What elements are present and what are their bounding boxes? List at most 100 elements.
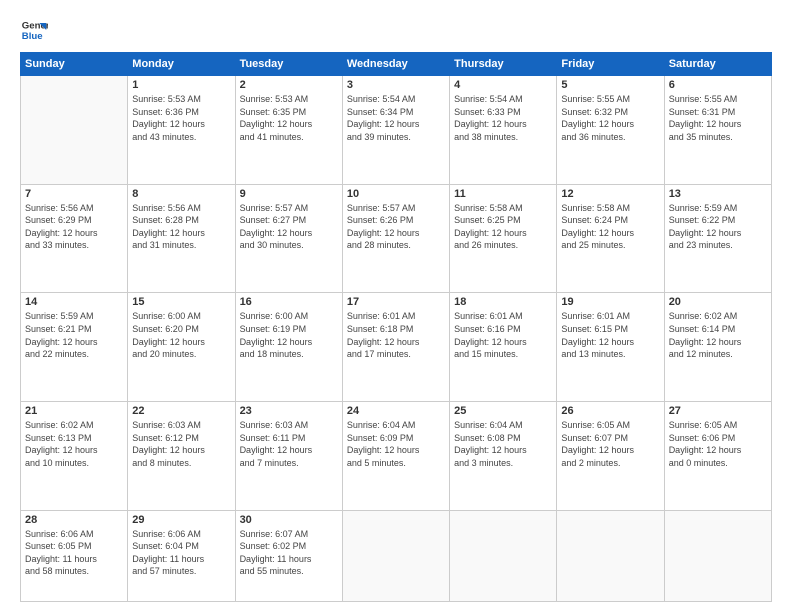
day-info: Sunrise: 5:57 AM Sunset: 6:27 PM Dayligh… <box>240 202 338 252</box>
day-number: 7 <box>25 188 123 200</box>
day-info: Sunrise: 6:04 AM Sunset: 6:09 PM Dayligh… <box>347 419 445 469</box>
calendar-row-4: 21 Sunrise: 6:02 AM Sunset: 6:13 PM Dayli… <box>21 401 772 510</box>
weekday-header-row: SundayMondayTuesdayWednesdayThursdayFrid… <box>21 53 772 76</box>
day-info: Sunrise: 5:56 AM Sunset: 6:29 PM Dayligh… <box>25 202 123 252</box>
day-number: 24 <box>347 405 445 417</box>
day-number: 30 <box>240 514 338 526</box>
day-number: 4 <box>454 79 552 91</box>
calendar-cell: 10Sunrise: 5:57 AM Sunset: 6:26 PM Dayli… <box>342 184 449 293</box>
calendar-cell: 29Sunrise: 6:06 AM Sunset: 6:04 PM Dayli… <box>128 510 235 601</box>
calendar-cell: 20 Sunrise: 6:02 AM Sunset: 6:14 PM Dayli… <box>664 293 771 402</box>
day-info: Sunrise: 5:54 AM Sunset: 6:33 PM Dayligh… <box>454 93 552 143</box>
calendar-cell: 8Sunrise: 5:56 AM Sunset: 6:28 PM Daylig… <box>128 184 235 293</box>
day-info: Sunrise: 5:56 AM Sunset: 6:28 PM Dayligh… <box>132 202 230 252</box>
day-info: Sunrise: 5:58 AM Sunset: 6:25 PM Dayligh… <box>454 202 552 252</box>
calendar-cell: 27Sunrise: 6:05 AM Sunset: 6:06 PM Dayli… <box>664 401 771 510</box>
day-number: 1 <box>132 79 230 91</box>
day-number: 29 <box>132 514 230 526</box>
day-info: Sunrise: 5:59 AM Sunset: 6:21 PM Dayligh… <box>25 310 123 360</box>
day-info: Sunrise: 5:55 AM Sunset: 6:32 PM Dayligh… <box>561 93 659 143</box>
weekday-header-wednesday: Wednesday <box>342 53 449 76</box>
calendar-cell: 5 Sunrise: 5:55 AM Sunset: 6:32 PM Daylig… <box>557 76 664 185</box>
day-number: 25 <box>454 405 552 417</box>
day-number: 19 <box>561 296 659 308</box>
page: General Blue SundayMondayTuesdayWednesda… <box>0 0 792 612</box>
day-info: Sunrise: 5:58 AM Sunset: 6:24 PM Dayligh… <box>561 202 659 252</box>
day-number: 26 <box>561 405 659 417</box>
calendar-cell: 7 Sunrise: 5:56 AM Sunset: 6:29 PM Daylig… <box>21 184 128 293</box>
day-info: Sunrise: 6:05 AM Sunset: 6:06 PM Dayligh… <box>669 419 767 469</box>
day-info: Sunrise: 5:55 AM Sunset: 6:31 PM Dayligh… <box>669 93 767 143</box>
weekday-header-tuesday: Tuesday <box>235 53 342 76</box>
day-number: 5 <box>561 79 659 91</box>
calendar-cell: 25 Sunrise: 6:04 AM Sunset: 6:08 PM Dayli… <box>450 401 557 510</box>
calendar-cell: 15 Sunrise: 6:00 AM Sunset: 6:20 PM Dayli… <box>128 293 235 402</box>
weekday-header-sunday: Sunday <box>21 53 128 76</box>
day-info: Sunrise: 6:07 AM Sunset: 6:02 PM Dayligh… <box>240 528 338 578</box>
calendar-cell: 21 Sunrise: 6:02 AM Sunset: 6:13 PM Dayli… <box>21 401 128 510</box>
calendar-cell: 2 Sunrise: 5:53 AM Sunset: 6:35 PM Daylig… <box>235 76 342 185</box>
day-info: Sunrise: 6:02 AM Sunset: 6:14 PM Dayligh… <box>669 310 767 360</box>
day-number: 11 <box>454 188 552 200</box>
calendar-row-5: 28Sunrise: 6:06 AM Sunset: 6:05 PM Dayli… <box>21 510 772 601</box>
day-number: 23 <box>240 405 338 417</box>
calendar-cell: 4 Sunrise: 5:54 AM Sunset: 6:33 PM Daylig… <box>450 76 557 185</box>
day-info: Sunrise: 6:00 AM Sunset: 6:19 PM Dayligh… <box>240 310 338 360</box>
weekday-header-friday: Friday <box>557 53 664 76</box>
header: General Blue <box>20 16 772 44</box>
day-number: 17 <box>347 296 445 308</box>
day-info: Sunrise: 6:01 AM Sunset: 6:15 PM Dayligh… <box>561 310 659 360</box>
calendar-cell: 1 Sunrise: 5:53 AM Sunset: 6:36 PM Daylig… <box>128 76 235 185</box>
calendar-cell: 28Sunrise: 6:06 AM Sunset: 6:05 PM Dayli… <box>21 510 128 601</box>
day-number: 10 <box>347 188 445 200</box>
day-number: 22 <box>132 405 230 417</box>
day-info: Sunrise: 6:02 AM Sunset: 6:13 PM Dayligh… <box>25 419 123 469</box>
calendar-cell <box>21 76 128 185</box>
calendar-cell: 26 Sunrise: 6:05 AM Sunset: 6:07 PM Dayli… <box>557 401 664 510</box>
calendar-cell: 3Sunrise: 5:54 AM Sunset: 6:34 PM Daylig… <box>342 76 449 185</box>
day-number: 28 <box>25 514 123 526</box>
calendar-cell: 24 Sunrise: 6:04 AM Sunset: 6:09 PM Dayli… <box>342 401 449 510</box>
calendar-cell: 14 Sunrise: 5:59 AM Sunset: 6:21 PM Dayli… <box>21 293 128 402</box>
calendar: SundayMondayTuesdayWednesdayThursdayFrid… <box>20 52 772 602</box>
calendar-cell: 23 Sunrise: 6:03 AM Sunset: 6:11 PM Dayli… <box>235 401 342 510</box>
day-number: 6 <box>669 79 767 91</box>
day-number: 13 <box>669 188 767 200</box>
day-info: Sunrise: 5:53 AM Sunset: 6:36 PM Dayligh… <box>132 93 230 143</box>
day-info: Sunrise: 6:01 AM Sunset: 6:18 PM Dayligh… <box>347 310 445 360</box>
day-number: 9 <box>240 188 338 200</box>
calendar-cell: 12 Sunrise: 5:58 AM Sunset: 6:24 PM Dayli… <box>557 184 664 293</box>
logo-icon: General Blue <box>20 16 48 44</box>
calendar-cell <box>557 510 664 601</box>
calendar-cell: 9 Sunrise: 5:57 AM Sunset: 6:27 PM Daylig… <box>235 184 342 293</box>
day-info: Sunrise: 6:04 AM Sunset: 6:08 PM Dayligh… <box>454 419 552 469</box>
day-number: 12 <box>561 188 659 200</box>
calendar-row-1: 1 Sunrise: 5:53 AM Sunset: 6:36 PM Daylig… <box>21 76 772 185</box>
calendar-cell: 19 Sunrise: 6:01 AM Sunset: 6:15 PM Dayli… <box>557 293 664 402</box>
calendar-cell <box>664 510 771 601</box>
calendar-cell: 30 Sunrise: 6:07 AM Sunset: 6:02 PM Dayli… <box>235 510 342 601</box>
day-info: Sunrise: 6:01 AM Sunset: 6:16 PM Dayligh… <box>454 310 552 360</box>
day-info: Sunrise: 6:03 AM Sunset: 6:12 PM Dayligh… <box>132 419 230 469</box>
day-number: 21 <box>25 405 123 417</box>
svg-text:Blue: Blue <box>22 31 43 42</box>
day-number: 20 <box>669 296 767 308</box>
weekday-header-monday: Monday <box>128 53 235 76</box>
day-number: 2 <box>240 79 338 91</box>
day-number: 15 <box>132 296 230 308</box>
calendar-cell: 18 Sunrise: 6:01 AM Sunset: 6:16 PM Dayli… <box>450 293 557 402</box>
day-number: 14 <box>25 296 123 308</box>
day-info: Sunrise: 6:00 AM Sunset: 6:20 PM Dayligh… <box>132 310 230 360</box>
logo: General Blue <box>20 16 48 44</box>
day-info: Sunrise: 6:03 AM Sunset: 6:11 PM Dayligh… <box>240 419 338 469</box>
day-info: Sunrise: 6:05 AM Sunset: 6:07 PM Dayligh… <box>561 419 659 469</box>
calendar-row-3: 14 Sunrise: 5:59 AM Sunset: 6:21 PM Dayli… <box>21 293 772 402</box>
day-number: 18 <box>454 296 552 308</box>
calendar-cell: 17 Sunrise: 6:01 AM Sunset: 6:18 PM Dayli… <box>342 293 449 402</box>
day-info: Sunrise: 5:53 AM Sunset: 6:35 PM Dayligh… <box>240 93 338 143</box>
calendar-cell: 16Sunrise: 6:00 AM Sunset: 6:19 PM Dayli… <box>235 293 342 402</box>
day-info: Sunrise: 5:59 AM Sunset: 6:22 PM Dayligh… <box>669 202 767 252</box>
calendar-cell: 13 Sunrise: 5:59 AM Sunset: 6:22 PM Dayli… <box>664 184 771 293</box>
day-info: Sunrise: 5:54 AM Sunset: 6:34 PM Dayligh… <box>347 93 445 143</box>
calendar-cell: 6 Sunrise: 5:55 AM Sunset: 6:31 PM Daylig… <box>664 76 771 185</box>
